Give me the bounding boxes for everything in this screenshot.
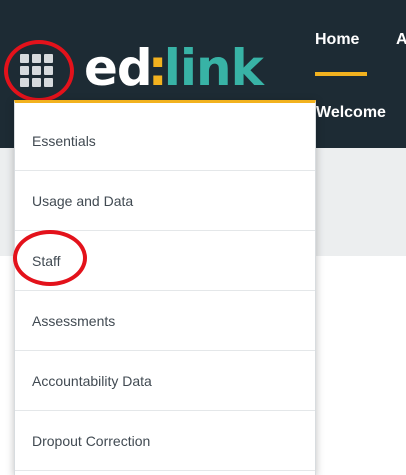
edlink-logo[interactable]: ed : link	[84, 39, 264, 97]
menu-item-essentials[interactable]: Essentials	[15, 111, 315, 171]
highlight-circle-app-launcher	[4, 40, 74, 102]
menu-item-accountability-data[interactable]: Accountability Data	[15, 351, 315, 411]
app-menu-dropdown: Essentials Usage and Data Staff Assessme…	[14, 100, 316, 475]
menu-item-dropout-correction[interactable]: Dropout Correction	[15, 411, 315, 471]
menu-item-assessments[interactable]: Assessments	[15, 291, 315, 351]
logo-text-link: link	[163, 39, 264, 97]
logo-text-ed: ed	[84, 39, 153, 97]
menu-item-usage-and-data[interactable]: Usage and Data	[15, 171, 315, 231]
welcome-text: Welcome	[316, 104, 386, 121]
nav-tab-home[interactable]: Home	[315, 31, 371, 49]
nav-tab-next[interactable]: A	[396, 31, 406, 49]
highlight-circle-staff	[13, 230, 87, 286]
nav-tab-active-indicator	[315, 72, 367, 76]
app-window: ed : link Home A Welcome Essentials Usag…	[0, 0, 406, 475]
